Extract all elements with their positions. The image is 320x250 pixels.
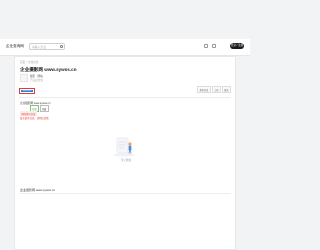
contact-button[interactable]: 联系企业 <box>19 88 35 94</box>
breadcrumb[interactable]: 首页 > 企业信息 <box>20 60 39 64</box>
contact-button-label: 联系企业 <box>20 89 34 93</box>
footer-title: 企业摄影网 www.sywss.cn <box>20 188 56 192</box>
company-detail-panel: 首页 > 企业信息 企业摄影网 www.sywss.cn 摄影 · 网站 已认证… <box>14 56 236 250</box>
company-logo <box>20 74 28 82</box>
user-icon[interactable] <box>212 44 216 48</box>
tab-business[interactable]: 工商 <box>211 86 221 94</box>
login-button[interactable]: 登录 / 注册 <box>230 43 244 49</box>
company-meta-status: 已认证企业 <box>30 79 43 82</box>
tab-contact[interactable]: 联系 <box>221 86 231 94</box>
divider <box>19 97 231 98</box>
favorite-button[interactable]: 收藏 <box>39 105 49 113</box>
notification-icon[interactable] <box>204 44 208 48</box>
page-title: 企业摄影网 www.sywss.cn <box>20 67 77 72</box>
search-icon[interactable] <box>59 45 63 48</box>
warning-text: 暂无更多信息，请稍后查看 <box>20 117 49 120</box>
section-tabs: 基本信息 工商 联系 <box>197 86 231 94</box>
empty-state-illustration-icon <box>113 137 135 157</box>
tab-basic[interactable]: 基本信息 <box>197 86 211 94</box>
footer-divider <box>19 193 231 194</box>
empty-state-label: 暂无数据 <box>120 159 132 162</box>
top-navigation-bar: 企业查询网 请输入企业 登录 / 注册 <box>0 39 250 56</box>
search-placeholder: 请输入企业 <box>32 45 46 50</box>
brand-logo-text[interactable]: 企业查询网 <box>6 44 24 49</box>
search-input[interactable]: 请输入企业 <box>29 43 65 50</box>
